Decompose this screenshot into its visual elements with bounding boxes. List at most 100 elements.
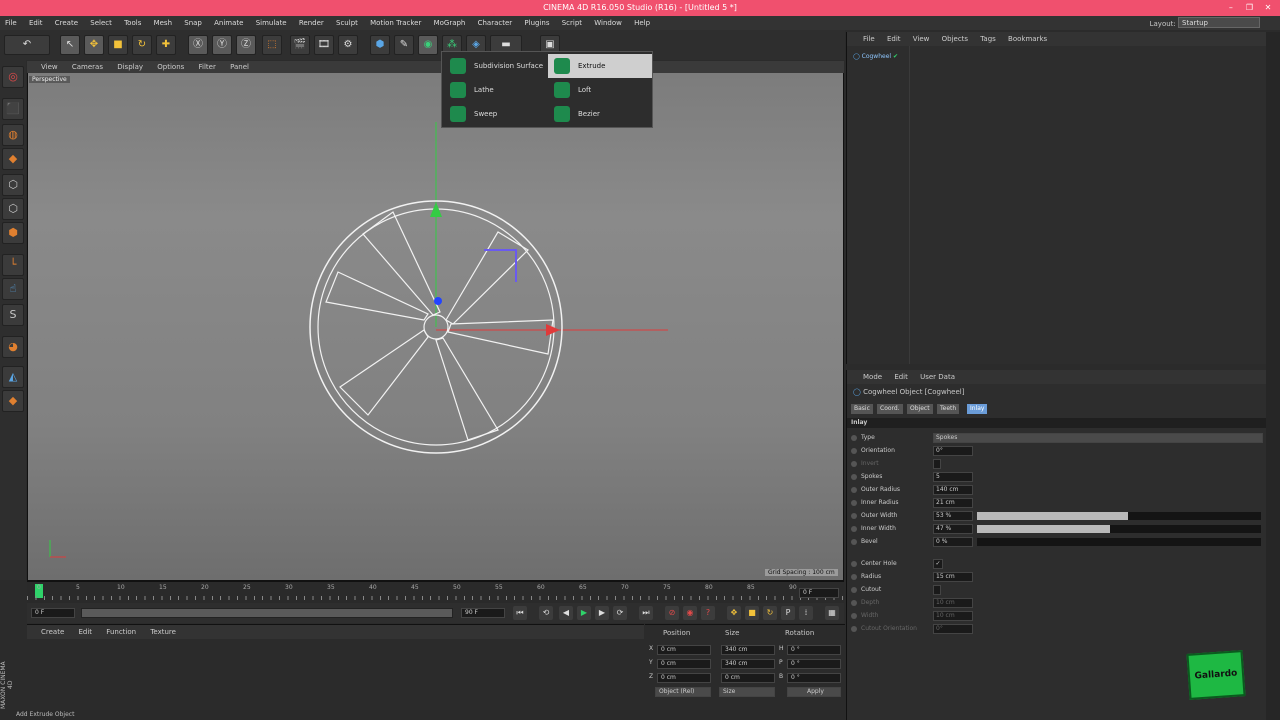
rotate-icon[interactable]: ↻ <box>132 35 152 55</box>
keyframe-selection-icon[interactable]: ? <box>701 606 715 620</box>
menu-character[interactable]: Character <box>473 16 518 30</box>
obj-menu-view[interactable]: View <box>908 32 935 46</box>
layout-dropdown[interactable]: Startup <box>1178 17 1260 28</box>
next-key-icon[interactable]: ⟳ <box>613 606 627 620</box>
tab-coord[interactable]: Coord. <box>877 404 903 414</box>
x-axis-icon[interactable]: Ⓧ <box>188 35 208 55</box>
attr-menu-user-data[interactable]: User Data <box>915 370 960 384</box>
size-y-field[interactable]: 340 cm <box>721 659 775 669</box>
invert-checkbox[interactable] <box>933 459 941 469</box>
sculpt-icon[interactable]: ◕ <box>2 336 24 358</box>
end-frame-field[interactable]: 90 F <box>461 608 505 618</box>
mat-menu-texture[interactable]: Texture <box>144 625 182 639</box>
cube-icon[interactable]: ⬢ <box>370 35 390 55</box>
object-row-cogwheel[interactable]: ◯ Cogwheel ✔ <box>853 52 898 62</box>
type-dropdown[interactable]: Spokes <box>933 433 1263 443</box>
outer-width-field[interactable]: 53 % <box>933 511 973 521</box>
undo-icon[interactable]: ↶ <box>4 35 50 55</box>
key-param-icon[interactable]: P <box>781 606 795 620</box>
generator-icon[interactable]: ◉ <box>418 35 438 55</box>
position-x-field[interactable]: 0 cm <box>657 645 711 655</box>
render-picture-viewer-icon[interactable]: 🎞 <box>314 35 334 55</box>
animate-dot-icon[interactable] <box>851 626 857 632</box>
render-view-icon[interactable]: 🎬 <box>290 35 310 55</box>
z-axis-icon[interactable]: Ⓩ <box>236 35 256 55</box>
bevel-slider[interactable] <box>977 538 1261 546</box>
key-position-icon[interactable]: ✥ <box>727 606 741 620</box>
preview-range-slider[interactable] <box>81 608 453 618</box>
orientation-field[interactable]: 0° <box>933 446 973 456</box>
workplane-icon[interactable]: ◆ <box>2 148 24 170</box>
animate-dot-icon[interactable] <box>851 600 857 606</box>
popup-bezier[interactable]: Bezier <box>548 102 652 126</box>
menu-mesh[interactable]: Mesh <box>149 16 177 30</box>
menu-mograph[interactable]: MoGraph <box>429 16 471 30</box>
recent-tool-icon[interactable]: ✚ <box>156 35 176 55</box>
coord-size-dropdown[interactable]: Size <box>719 687 775 697</box>
menu-help[interactable]: Help <box>629 16 655 30</box>
coord-mode-dropdown[interactable]: Object (Rel) <box>655 687 711 697</box>
move-icon[interactable]: ✥ <box>84 35 104 55</box>
inner-width-slider[interactable] <box>977 525 1261 533</box>
live-selection-icon[interactable]: ↖ <box>60 35 80 55</box>
menu-sculpt[interactable]: Sculpt <box>331 16 363 30</box>
obj-menu-file[interactable]: File <box>847 32 880 46</box>
apply-button[interactable]: Apply <box>787 687 841 697</box>
popup-lathe[interactable]: Lathe <box>444 78 548 102</box>
position-y-field[interactable]: 0 cm <box>657 659 711 669</box>
mat-menu-edit[interactable]: Edit <box>73 625 99 639</box>
inner-radius-field[interactable]: 21 cm <box>933 498 973 508</box>
play-icon[interactable]: ▶ <box>577 606 591 620</box>
animate-dot-icon[interactable] <box>851 539 857 545</box>
menu-select[interactable]: Select <box>85 16 117 30</box>
rotation-p-field[interactable]: 0 ° <box>787 659 841 669</box>
minimize-button[interactable]: – <box>1223 0 1239 16</box>
goto-start-icon[interactable]: ⏮ <box>513 606 527 620</box>
mat-menu-create[interactable]: Create <box>27 625 70 639</box>
axis-mode-icon[interactable]: └ <box>2 254 24 276</box>
menu-create[interactable]: Create <box>50 16 83 30</box>
edges-mode-icon[interactable]: ⬡ <box>2 198 24 220</box>
position-z-field[interactable]: 0 cm <box>657 673 711 683</box>
animate-dot-icon[interactable] <box>851 461 857 467</box>
menu-render[interactable]: Render <box>294 16 329 30</box>
snap-icon[interactable]: S <box>2 304 24 326</box>
size-z-field[interactable]: 0 cm <box>721 673 775 683</box>
step-back-icon[interactable]: ◀ <box>559 606 573 620</box>
attr-menu-edit[interactable]: Edit <box>889 370 913 384</box>
tab-inlay[interactable]: Inlay <box>967 404 988 414</box>
menu-window[interactable]: Window <box>589 16 627 30</box>
width-field[interactable]: 10 cm <box>933 611 973 621</box>
autokey-icon[interactable]: ◉ <box>683 606 697 620</box>
animate-dot-icon[interactable] <box>851 561 857 567</box>
menu-file[interactable]: File <box>0 16 22 30</box>
obj-menu-objects[interactable]: Objects <box>937 32 973 46</box>
coordinate-system-icon[interactable]: ⬚ <box>262 35 282 55</box>
animate-dot-icon[interactable] <box>851 448 857 454</box>
popup-extrude[interactable]: Extrude <box>548 54 652 78</box>
size-x-field[interactable]: 340 cm <box>721 645 775 655</box>
animate-dot-icon[interactable] <box>851 587 857 593</box>
model-mode-icon[interactable]: ⬛ <box>2 98 24 120</box>
center-hole-checkbox[interactable]: ✓ <box>933 559 943 569</box>
visibility-check-icon[interactable]: ✔ <box>893 53 898 60</box>
obj-menu-edit[interactable]: Edit <box>882 32 906 46</box>
rotation-b-field[interactable]: 0 ° <box>787 673 841 683</box>
animate-dot-icon[interactable] <box>851 513 857 519</box>
cutout-orientation-field[interactable]: 0° <box>933 624 973 634</box>
menu-snap[interactable]: Snap <box>179 16 207 30</box>
depth-field[interactable]: 10 cm <box>933 598 973 608</box>
spokes-field[interactable]: 5 <box>933 472 973 482</box>
tab-teeth[interactable]: Teeth <box>937 404 960 414</box>
outer-width-slider[interactable] <box>977 512 1261 520</box>
menu-simulate[interactable]: Simulate <box>251 16 292 30</box>
mat-menu-function[interactable]: Function <box>100 625 142 639</box>
tab-basic[interactable]: Basic <box>851 404 873 414</box>
step-forward-icon[interactable]: ▶ <box>595 606 609 620</box>
tweak-mode-icon[interactable]: ☝ <box>2 278 24 300</box>
menu-plugins[interactable]: Plugins <box>519 16 554 30</box>
vp-menu-display[interactable]: Display <box>111 61 149 73</box>
bevel-field[interactable]: 0 % <box>933 537 973 547</box>
tab-object[interactable]: Object <box>907 404 933 414</box>
record-icon[interactable]: ⊘ <box>665 606 679 620</box>
